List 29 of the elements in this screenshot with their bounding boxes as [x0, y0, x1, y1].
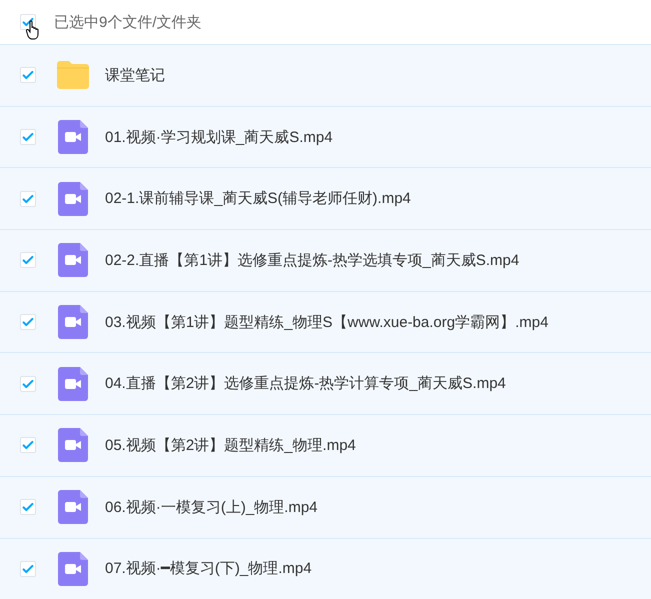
- folder-icon: [55, 60, 91, 90]
- video-file-icon: [58, 120, 88, 154]
- checkbox[interactable]: [20, 499, 36, 516]
- checkbox[interactable]: [20, 376, 36, 392]
- video-file-icon: [58, 490, 88, 524]
- video-file-icon: [58, 243, 88, 278]
- file-name[interactable]: 07.视频·━模复习(下)_物理.mp4: [105, 559, 312, 578]
- file-name[interactable]: 01.视频·学习规划课_蔺天威S.mp4: [105, 128, 333, 147]
- selection-count: 已选中9个文件/文件夹: [54, 12, 202, 32]
- file-name[interactable]: 03.视频【第1讲】题型精练_物理S【www.xue-ba.org学霸网】.mp4: [105, 312, 548, 332]
- checkbox[interactable]: [20, 314, 36, 330]
- checkbox[interactable]: [20, 560, 36, 577]
- checkbox[interactable]: [20, 190, 36, 207]
- checkbox[interactable]: [20, 67, 36, 84]
- file-name[interactable]: 04.直播【第2讲】选修重点提炼-热学计算专项_蔺天威S.mp4: [105, 374, 506, 394]
- file-name[interactable]: 课堂笔记: [105, 66, 165, 85]
- file-name[interactable]: 06.视频·一模复习(上)_物理.mp4: [105, 498, 318, 517]
- hand-cursor-icon: [26, 20, 40, 40]
- checkbox[interactable]: [20, 437, 36, 454]
- video-file-icon: [58, 366, 88, 401]
- file-name[interactable]: 02-1.课前辅导课_蔺天威S(辅导老师任财).mp4: [105, 189, 411, 208]
- checkbox[interactable]: [20, 129, 36, 146]
- video-file-icon: [58, 428, 88, 462]
- video-file-icon: [58, 552, 88, 586]
- checkbox[interactable]: [20, 252, 36, 268]
- file-name[interactable]: 05.视频【第2讲】题型精练_物理.mp4: [105, 436, 356, 455]
- file-name[interactable]: 02-2.直播【第1讲】选修重点提炼-热学选填专项_蔺天威S.mp4: [105, 250, 520, 270]
- video-file-icon: [58, 182, 88, 216]
- video-file-icon: [58, 305, 88, 340]
